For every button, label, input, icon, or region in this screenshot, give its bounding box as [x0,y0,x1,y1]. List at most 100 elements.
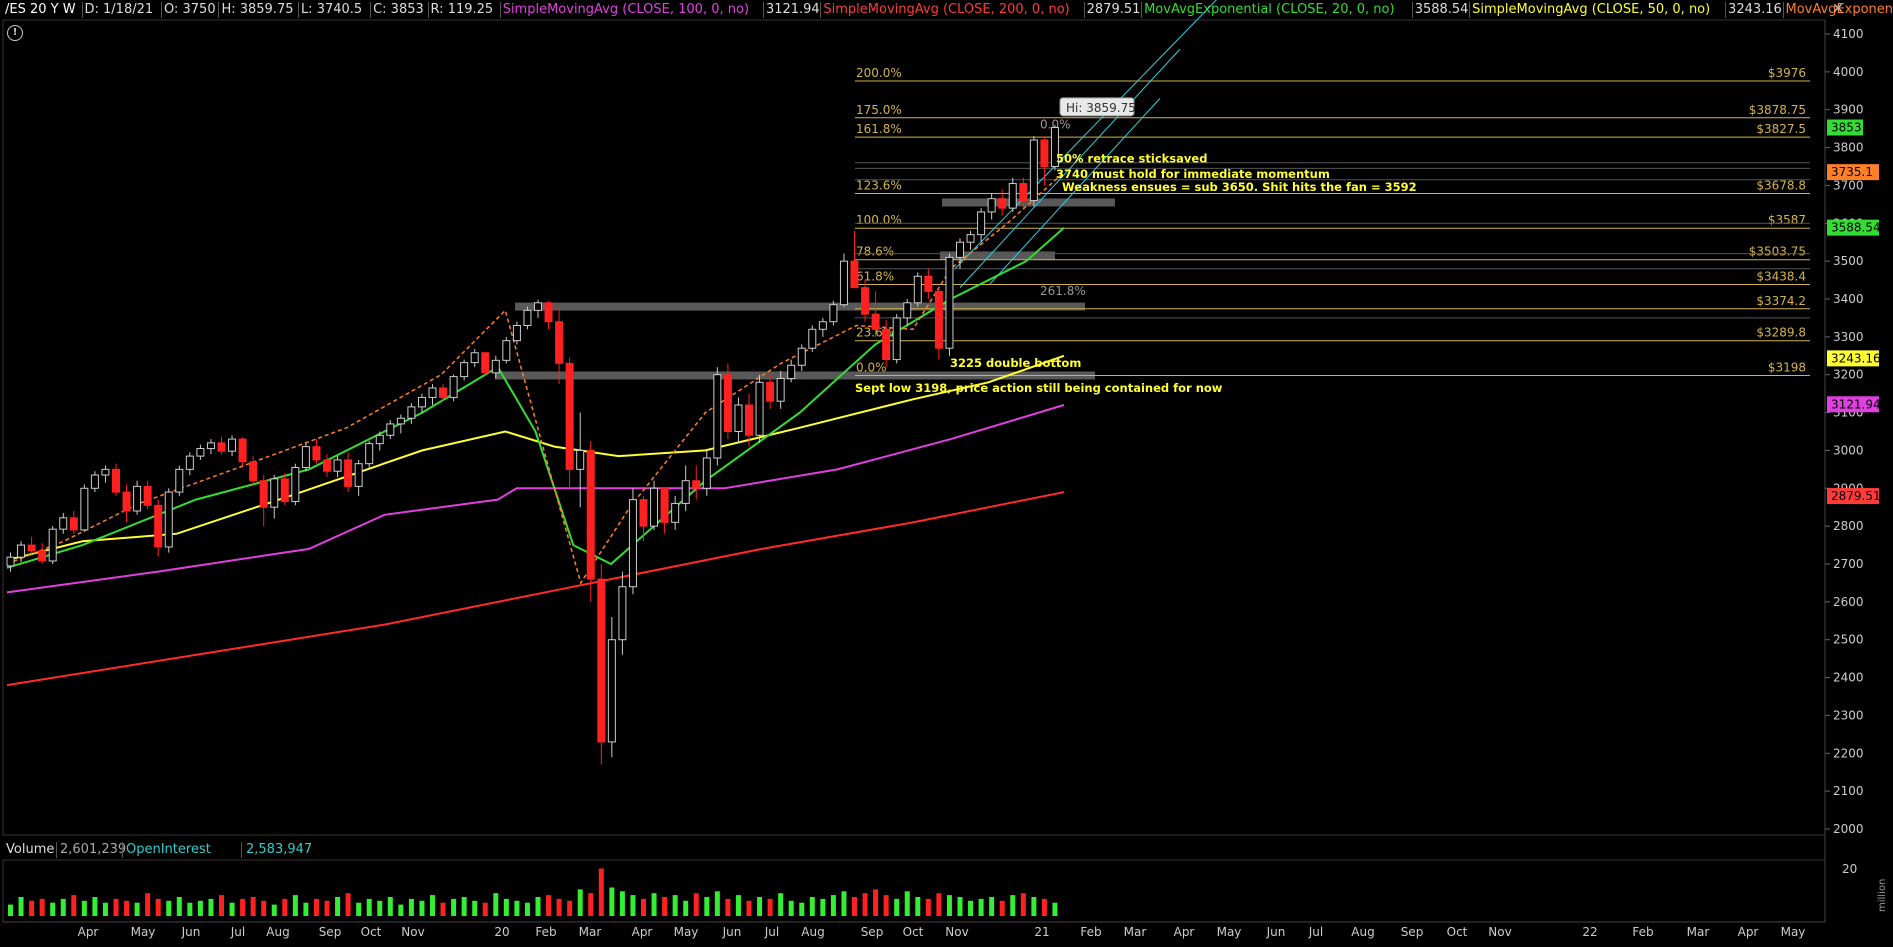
candle-body [671,502,680,523]
candle-body [576,449,585,470]
candle-body [196,448,205,457]
x-tick-label-14: Jul [764,925,779,939]
y-tick-label-12: 3200 [1833,368,1864,382]
volume-bar [778,893,784,916]
volume-bar [155,898,161,916]
volume-bar [39,898,45,916]
fib-price-5: $3503.75 [1749,245,1806,259]
volume-value: 2,601,239 [60,842,127,857]
x-tick-label-4: Aug [266,925,289,939]
x-tick-label-17: Oct [903,925,924,939]
y-tick-label-14: 3400 [1833,292,1864,306]
x-tick-label-15: Aug [801,925,824,939]
x-tick-label-27: Sep [1401,925,1424,939]
candle-body [977,211,986,236]
candle-body [839,260,848,306]
volume-bar [292,895,298,916]
x-axis: Apr May Jun Jul Aug Sep Oct Nov 20 Feb Mar Apr May Ju… [3,921,1825,939]
fib-price-6: $3438.4 [1756,269,1806,283]
volume-bar [1052,902,1058,916]
candle-body [417,396,426,408]
volume-bar [809,897,815,916]
volume-bar [366,898,372,916]
volume-bar [208,898,214,916]
candle-body [375,434,384,445]
candle-body [1029,139,1038,202]
volume-bar [852,897,857,916]
candle-body [766,381,775,402]
x-tick-label-20: Feb [1080,925,1101,939]
volume-bar [503,898,509,916]
candle-body [787,364,796,380]
fib-extra-label-1: 261.8% [1040,284,1086,298]
volume-bar [725,898,731,916]
candle-body [470,352,479,364]
candle-body [956,241,964,258]
volume-bar [398,904,404,916]
oi-label: OpenInterest [126,842,211,857]
annotation-3: 3225 double bottom [950,356,1081,370]
volume-bar [113,898,119,916]
volume-bar [345,893,351,916]
fib-pct-0: 200.0% [856,66,902,80]
candle-body [238,438,247,463]
volume-bar [92,897,98,916]
candle-body [333,459,342,472]
candle-body [228,438,237,452]
fib-pct-5: 78.6% [856,245,894,259]
candle-body [681,480,690,504]
candle-body [301,446,310,468]
candle-body [344,459,353,487]
volume-bar [197,900,203,916]
volume-bar [999,900,1005,916]
volume-bar [71,895,77,916]
volume-bar [535,897,541,916]
candle-body [323,459,331,472]
support-zone-3 [942,198,1115,207]
price-marker-text-0: 3735.1 [1831,165,1873,179]
candle-body [365,443,374,465]
fib-price-9: $3198 [1768,360,1806,374]
candle-body [913,275,922,304]
x-tick-label-7: Nov [401,925,424,939]
fib-price-4: $3587 [1768,213,1806,227]
volume-axis-tick: 20 [1842,862,1857,876]
volume-bar [219,895,224,916]
candle-body [734,404,743,433]
price-chart[interactable]: 200.0% $3976175.0% $3878.75161.8% $3827.512… [0,0,1893,947]
volume-bar [799,902,805,916]
annotation-4: Sept low 3198, price action still being … [855,381,1223,395]
candle-body [428,387,437,398]
x-tick-label-18: Nov [945,925,968,939]
candle-body [460,362,469,378]
volume-bar [60,898,66,916]
y-tick-label-5: 2500 [1833,633,1864,647]
volume-bar [820,898,826,916]
volume-bar [567,900,573,916]
candle-body [945,256,954,349]
volume-bar [271,904,277,916]
volume-bar [588,893,594,916]
candle-body [502,340,511,361]
x-tick-label-0: Apr [78,925,99,939]
x-tick-label-23: May [1217,925,1242,939]
volume-bar [619,891,625,916]
x-tick-label-31: Feb [1632,925,1653,939]
candle-body [206,442,215,450]
volume-bar [261,900,267,916]
x-tick-label-10: Mar [579,925,602,939]
volume-bar [303,902,309,916]
candle-body [861,287,870,315]
volume-bar [609,887,615,916]
y-tick-label-13: 3300 [1833,330,1864,344]
candle-body [280,478,289,503]
y-tick-label-1: 2100 [1833,784,1864,798]
y-tick-label-4: 2400 [1833,671,1864,685]
oi-value: 2,583,947 [246,842,313,857]
x-tick-label-1: May [131,925,156,939]
x-tick-label-24: Jun [1266,925,1286,939]
last-price-text: 3853 [1831,121,1862,135]
y-tick-label-17: 3700 [1833,178,1864,192]
volume-bar [134,902,140,916]
volume-bar [714,891,720,916]
